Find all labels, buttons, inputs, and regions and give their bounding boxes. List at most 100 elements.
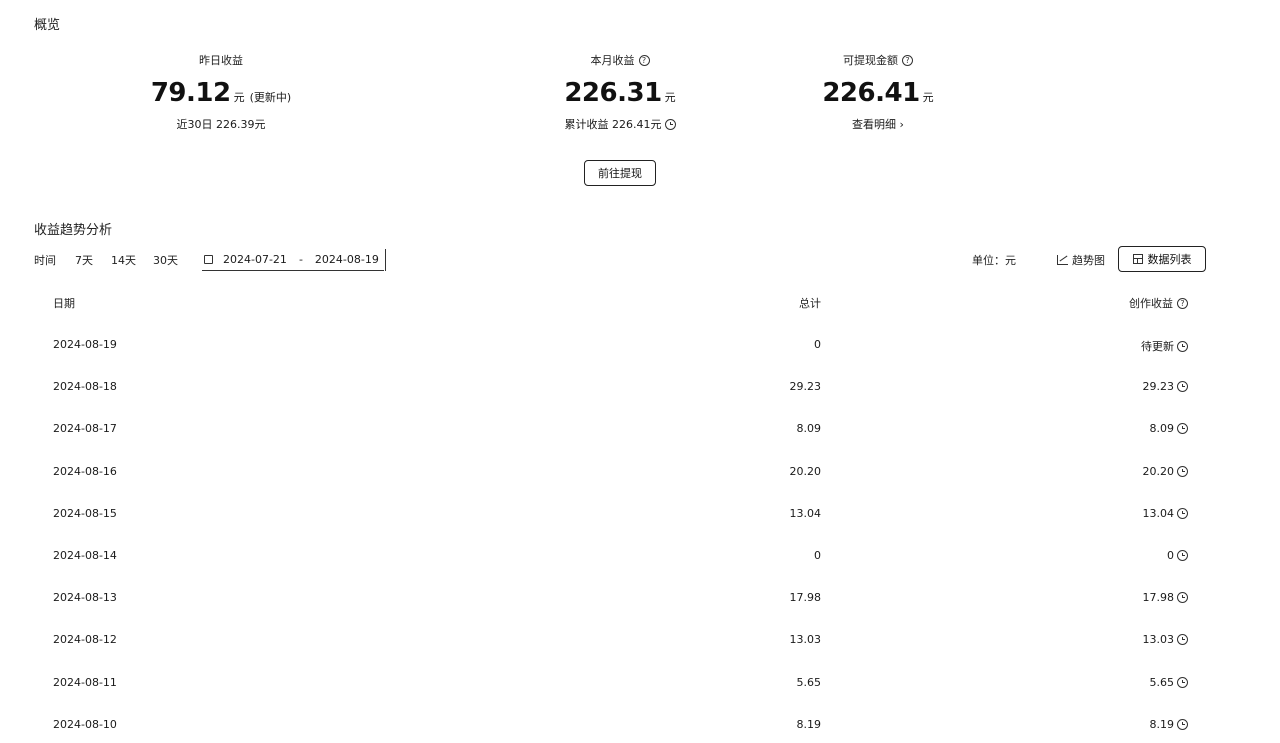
date-start[interactable]: 2024-07-21: [223, 253, 287, 266]
row-total: 0: [814, 338, 821, 351]
withdrawable-card: 可提现金额 ? 226.41 元 查看明细 ›: [778, 52, 978, 132]
table-row: 2024-08-17 8.09 8.09: [0, 422, 1280, 464]
table-row: 2024-08-15 13.04 13.04: [0, 507, 1280, 549]
column-header-total: 总计: [799, 297, 821, 310]
row-creation: 17.98: [1142, 591, 1188, 605]
table-row: 2024-08-12 13.03 13.03: [0, 633, 1280, 675]
table-icon: [1132, 254, 1143, 264]
view-details-link[interactable]: 查看明细 ›: [852, 116, 904, 132]
row-total: 5.65: [796, 675, 822, 689]
clock-icon[interactable]: [1177, 718, 1188, 730]
clock-icon[interactable]: [1177, 676, 1188, 688]
row-total: 13.03: [789, 633, 822, 647]
row-creation: 0: [1167, 549, 1188, 562]
clock-icon[interactable]: [1177, 592, 1188, 604]
row-creation-value: 8.19: [1149, 717, 1175, 731]
column-header-creation-label: 创作收益: [1129, 297, 1173, 310]
question-circle-icon[interactable]: ?: [638, 54, 650, 66]
row-total: 0: [814, 549, 821, 562]
last-30-days-earnings: 近30日 226.39元: [176, 118, 266, 131]
row-date: 2024-08-10: [53, 717, 117, 731]
range-14-days[interactable]: 14天: [111, 252, 136, 268]
row-date: 2024-08-13: [53, 591, 117, 605]
row-creation: 20.20: [1143, 465, 1188, 478]
input-caret: [385, 249, 386, 271]
clock-icon[interactable]: [1177, 465, 1188, 477]
date-separator: -: [298, 253, 303, 266]
clock-icon[interactable]: [1177, 423, 1188, 435]
row-date: 2024-08-16: [53, 464, 117, 478]
row-creation-value: 13.04: [1142, 506, 1175, 520]
table-view-toggle[interactable]: 数据列表: [1118, 246, 1206, 272]
column-header-date: 日期: [53, 297, 75, 310]
withdrawable-value: 226.41: [822, 78, 920, 108]
yesterday-earnings-value: 79.12: [150, 78, 231, 108]
row-total: 20.20: [789, 464, 822, 478]
withdraw-button[interactable]: 前往提现: [584, 160, 656, 186]
table-row: 2024-08-16 20.20 20.20: [0, 465, 1280, 507]
row-date: 2024-08-18: [53, 380, 117, 394]
withdrawable-label: 可提现金额: [843, 54, 898, 67]
row-creation: 待更新: [1141, 338, 1188, 354]
unit-label: 单位：元: [972, 254, 1016, 267]
row-creation-value: 0: [1167, 549, 1174, 562]
row-creation-value: 待更新: [1141, 340, 1174, 353]
row-creation-value: 17.98: [1142, 591, 1175, 605]
withdrawable-unit: 元: [922, 91, 934, 104]
row-creation: 8.09: [1150, 422, 1188, 435]
row-date: 2024-08-17: [53, 422, 117, 436]
time-label: 时间: [34, 254, 56, 267]
row-creation-value: 29.23: [1142, 380, 1175, 394]
table-row: 2024-08-14 0 0: [0, 549, 1280, 591]
range-7-days[interactable]: 7天: [75, 252, 93, 268]
yesterday-update-note: (更新中): [249, 91, 292, 104]
question-circle-icon[interactable]: ?: [902, 54, 913, 66]
question-circle-icon[interactable]: ?: [1177, 297, 1188, 309]
row-date: 2024-08-11: [53, 675, 117, 689]
row-date: 2024-08-19: [53, 338, 117, 351]
row-creation-value: 13.03: [1142, 633, 1175, 647]
table-row: 2024-08-18 29.23 29.23: [0, 380, 1280, 422]
clock-icon[interactable]: [1177, 340, 1188, 352]
row-creation: 5.65: [1149, 675, 1188, 689]
date-end[interactable]: 2024-08-19: [315, 253, 379, 266]
row-total: 8.09: [796, 422, 822, 436]
row-total: 29.23: [789, 380, 822, 394]
row-creation: 8.19: [1149, 717, 1188, 731]
overview-title: 概览: [34, 18, 61, 33]
yesterday-earnings-label: 昨日收益: [199, 54, 243, 67]
row-date: 2024-08-12: [53, 633, 117, 647]
trend-title: 收益趋势分析: [34, 223, 113, 238]
range-30-days[interactable]: 30天: [153, 252, 178, 268]
month-earnings-unit: 元: [664, 91, 676, 104]
line-chart-icon: [1057, 255, 1068, 265]
date-range-picker[interactable]: 2024-07-21 - 2024-08-19: [202, 249, 384, 271]
column-header-creation: 创作收益 ?: [1129, 295, 1188, 311]
month-earnings-card: 本月收益 ? 226.31 元 累计收益 226.41元: [520, 52, 720, 132]
clock-icon[interactable]: [1177, 507, 1188, 519]
row-creation: 13.04: [1142, 506, 1188, 520]
table-row: 2024-08-10 8.19 8.19: [0, 718, 1280, 743]
row-creation-value: 5.65: [1149, 675, 1175, 689]
table-row: 2024-08-19 0 待更新: [0, 338, 1280, 380]
yesterday-earnings-unit: 元: [233, 91, 245, 104]
clock-icon[interactable]: [664, 118, 676, 130]
table-row: 2024-08-11 5.65 5.65: [0, 676, 1280, 718]
row-date: 2024-08-14: [53, 549, 117, 562]
yesterday-earnings-card: 昨日收益 79.12 元 (更新中) 近30日 226.39元: [121, 52, 321, 132]
month-earnings-value: 226.31: [564, 78, 662, 108]
clock-icon[interactable]: [1177, 381, 1188, 393]
clock-icon[interactable]: [1177, 634, 1188, 646]
row-creation: 29.23: [1142, 380, 1188, 394]
row-total: 13.04: [789, 506, 822, 520]
row-date: 2024-08-15: [53, 506, 117, 520]
month-earnings-label: 本月收益: [590, 54, 635, 67]
table-view-label: 数据列表: [1147, 253, 1192, 266]
table-row: 2024-08-13 17.98 17.98: [0, 591, 1280, 633]
row-creation: 13.03: [1142, 633, 1188, 647]
calendar-icon: [204, 255, 213, 264]
row-total: 8.19: [796, 717, 822, 731]
clock-icon[interactable]: [1177, 550, 1188, 561]
chart-view-label: 趋势图: [1072, 254, 1105, 267]
chart-view-toggle[interactable]: 趋势图: [1057, 252, 1105, 268]
